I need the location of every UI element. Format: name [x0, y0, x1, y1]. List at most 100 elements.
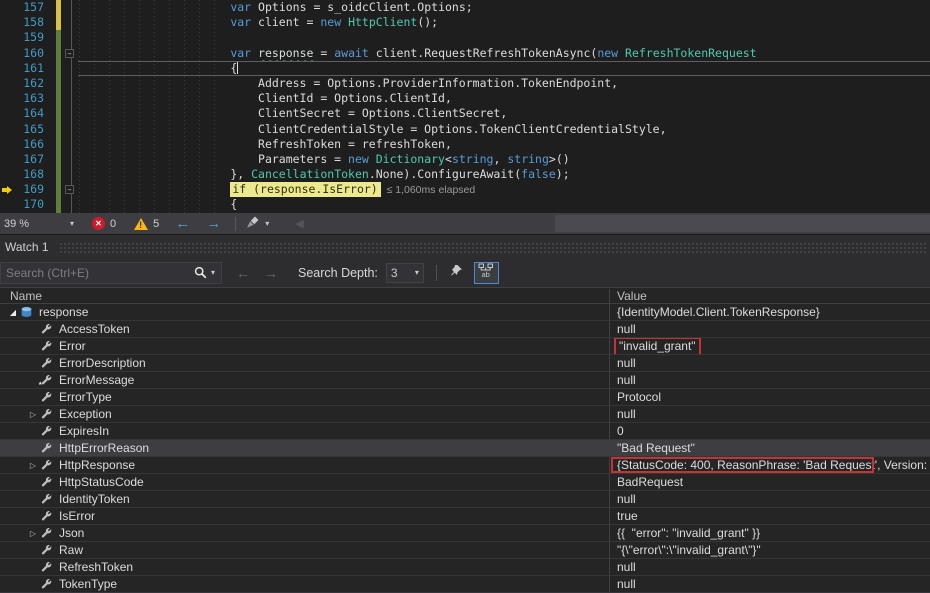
name-cell[interactable]: ◢response	[0, 304, 610, 320]
code-line[interactable]: 163 ClientId = Options.ClientId,	[0, 91, 930, 106]
watch-row[interactable]: HttpErrorReason"Bad Request"	[0, 440, 930, 457]
warning-icon[interactable]: !	[134, 218, 148, 230]
glyph-margin[interactable]	[0, 15, 16, 30]
code-editor[interactable]: 157 var Options = s_oidcClient.Options;1…	[0, 0, 930, 213]
code-line[interactable]: 162 Address = Options.ProviderInformatio…	[0, 76, 930, 91]
code-line[interactable]: 164 ClientSecret = Options.ClientSecret,	[0, 106, 930, 121]
value-cell[interactable]: null	[610, 321, 930, 337]
code-line[interactable]: 169− if (response.IsError) ≤ 1,060ms ela…	[0, 182, 930, 197]
format-values-toggle-button[interactable]: ab	[474, 262, 499, 284]
search-icon[interactable]	[190, 266, 211, 279]
watch-row[interactable]: Raw"{\"error\":\"invalid_grant\"}"	[0, 542, 930, 559]
code-text[interactable]: if (response.IsError) ≤ 1,060ms elapsed	[78, 182, 930, 197]
name-cell[interactable]: ▷HttpResponse	[0, 457, 610, 473]
watch-row[interactable]: IsErrortrue	[0, 508, 930, 525]
name-cell[interactable]: Error	[0, 338, 610, 354]
code-text[interactable]: ClientId = Options.ClientId,	[78, 91, 930, 106]
name-cell[interactable]: ▷Json	[0, 525, 610, 541]
search-options-caret-icon[interactable]: ▾	[211, 268, 221, 277]
value-cell[interactable]: null	[610, 559, 930, 575]
name-cell[interactable]: ▷Exception	[0, 406, 610, 422]
value-cell[interactable]: "{\"error\":\"invalid_grant\"}"	[610, 542, 930, 558]
name-cell[interactable]: ErrorDescription	[0, 355, 610, 371]
glyph-margin[interactable]	[0, 91, 16, 106]
code-text[interactable]: ClientCredentialStyle = Options.TokenCli…	[78, 122, 930, 137]
watch-row[interactable]: RefreshTokennull	[0, 559, 930, 576]
glyph-margin[interactable]	[0, 167, 16, 182]
value-cell[interactable]: null	[610, 372, 930, 388]
code-line[interactable]: 170 {	[0, 197, 930, 212]
code-line[interactable]: 158 var client = new HttpClient();	[0, 15, 930, 30]
glyph-margin[interactable]	[0, 30, 16, 45]
collapse-toggle-icon[interactable]: −	[65, 185, 74, 194]
code-line[interactable]: 166 RefreshToken = refreshToken,	[0, 137, 930, 152]
code-line[interactable]: 167 Parameters = new Dictionary<string, …	[0, 152, 930, 167]
name-cell[interactable]: ErrorType	[0, 389, 610, 405]
value-cell[interactable]: null	[610, 491, 930, 507]
code-text[interactable]: var response = await client.RequestRefre…	[78, 46, 930, 61]
name-cell[interactable]: IdentityToken	[0, 491, 610, 507]
collapse-toggle-icon[interactable]: −	[65, 49, 74, 58]
expander-collapsed-icon[interactable]: ▷	[26, 461, 40, 470]
name-cell[interactable]: RefreshToken	[0, 559, 610, 575]
value-cell[interactable]: true	[610, 508, 930, 524]
column-header-name[interactable]: Name	[0, 289, 610, 303]
glyph-margin[interactable]	[0, 137, 16, 152]
watch-row[interactable]: IdentityTokennull	[0, 491, 930, 508]
horizontal-scrollbar-thumb[interactable]	[555, 215, 930, 232]
name-cell[interactable]: Raw	[0, 542, 610, 558]
expander-expanded-icon[interactable]: ◢	[6, 308, 20, 317]
code-line[interactable]: 160− var response = await client.Request…	[0, 46, 930, 61]
glyph-margin[interactable]	[0, 152, 16, 167]
column-header-value[interactable]: Value	[610, 289, 930, 303]
value-cell[interactable]: {IdentityModel.Client.TokenResponse}	[610, 304, 930, 320]
code-text[interactable]: RefreshToken = refreshToken,	[78, 137, 930, 152]
code-text[interactable]: {	[78, 61, 930, 76]
glyph-margin[interactable]	[0, 76, 16, 91]
watch-row[interactable]: ErrorTypeProtocol	[0, 389, 930, 406]
error-icon[interactable]: ✕	[92, 217, 105, 230]
code-line[interactable]: 159	[0, 30, 930, 45]
search-depth-select[interactable]: 3 ▾	[386, 263, 424, 283]
watch-row[interactable]: ExpiresIn0	[0, 423, 930, 440]
name-cell[interactable]: ★ErrorMessage	[0, 372, 610, 388]
value-cell[interactable]: null	[610, 576, 930, 592]
value-cell[interactable]: "invalid_grant"	[610, 338, 930, 354]
watch-row[interactable]: ErrorDescriptionnull	[0, 355, 930, 372]
name-cell[interactable]: AccessToken	[0, 321, 610, 337]
value-cell[interactable]: 0	[610, 423, 930, 439]
value-cell[interactable]: {{ "error": "invalid_grant" }}	[610, 525, 930, 541]
glyph-margin[interactable]	[0, 46, 16, 61]
watch-row[interactable]: ★ErrorMessagenull	[0, 372, 930, 389]
watch-row[interactable]: AccessTokennull	[0, 321, 930, 338]
watch-row[interactable]: ▷HttpResponse{StatusCode: 400, ReasonPhr…	[0, 457, 930, 474]
code-cleanup-button[interactable]: ▾	[246, 216, 269, 232]
name-cell[interactable]: HttpStatusCode	[0, 474, 610, 490]
code-line[interactable]: 168 }, CancellationToken.None).Configure…	[0, 167, 930, 182]
watch-panel-titlebar[interactable]: Watch 1	[0, 235, 930, 258]
value-cell[interactable]: null	[610, 355, 930, 371]
name-cell[interactable]: HttpErrorReason	[0, 440, 610, 456]
code-text[interactable]: var Options = s_oidcClient.Options;	[78, 0, 930, 15]
watch-search-box[interactable]: ▾	[0, 262, 222, 284]
search-input[interactable]	[1, 266, 190, 280]
code-text[interactable]	[78, 30, 930, 45]
name-cell[interactable]: IsError	[0, 508, 610, 524]
value-cell[interactable]: {StatusCode: 400, ReasonPhrase: 'Bad Req…	[610, 457, 930, 473]
watch-row[interactable]: ◢response{IdentityModel.Client.TokenResp…	[0, 304, 930, 321]
glyph-margin[interactable]	[0, 0, 16, 15]
watch-row[interactable]: TokenTypenull	[0, 576, 930, 593]
glyph-margin[interactable]	[0, 182, 16, 197]
watch-row[interactable]: Error"invalid_grant"	[0, 338, 930, 355]
glyph-margin[interactable]	[0, 122, 16, 137]
glyph-margin[interactable]	[0, 61, 16, 76]
search-prev-arrow-icon[interactable]: ←	[236, 265, 250, 281]
name-cell[interactable]: ExpiresIn	[0, 423, 610, 439]
value-cell[interactable]: "Bad Request"	[610, 440, 930, 456]
watch-row[interactable]: HttpStatusCodeBadRequest	[0, 474, 930, 491]
value-cell[interactable]: Protocol	[610, 389, 930, 405]
code-text[interactable]: var client = new HttpClient();	[78, 15, 930, 30]
code-text[interactable]: }, CancellationToken.None).ConfigureAwai…	[78, 167, 930, 182]
pin-properties-button[interactable]	[446, 262, 468, 284]
code-text[interactable]: Address = Options.ProviderInformation.To…	[78, 76, 930, 91]
